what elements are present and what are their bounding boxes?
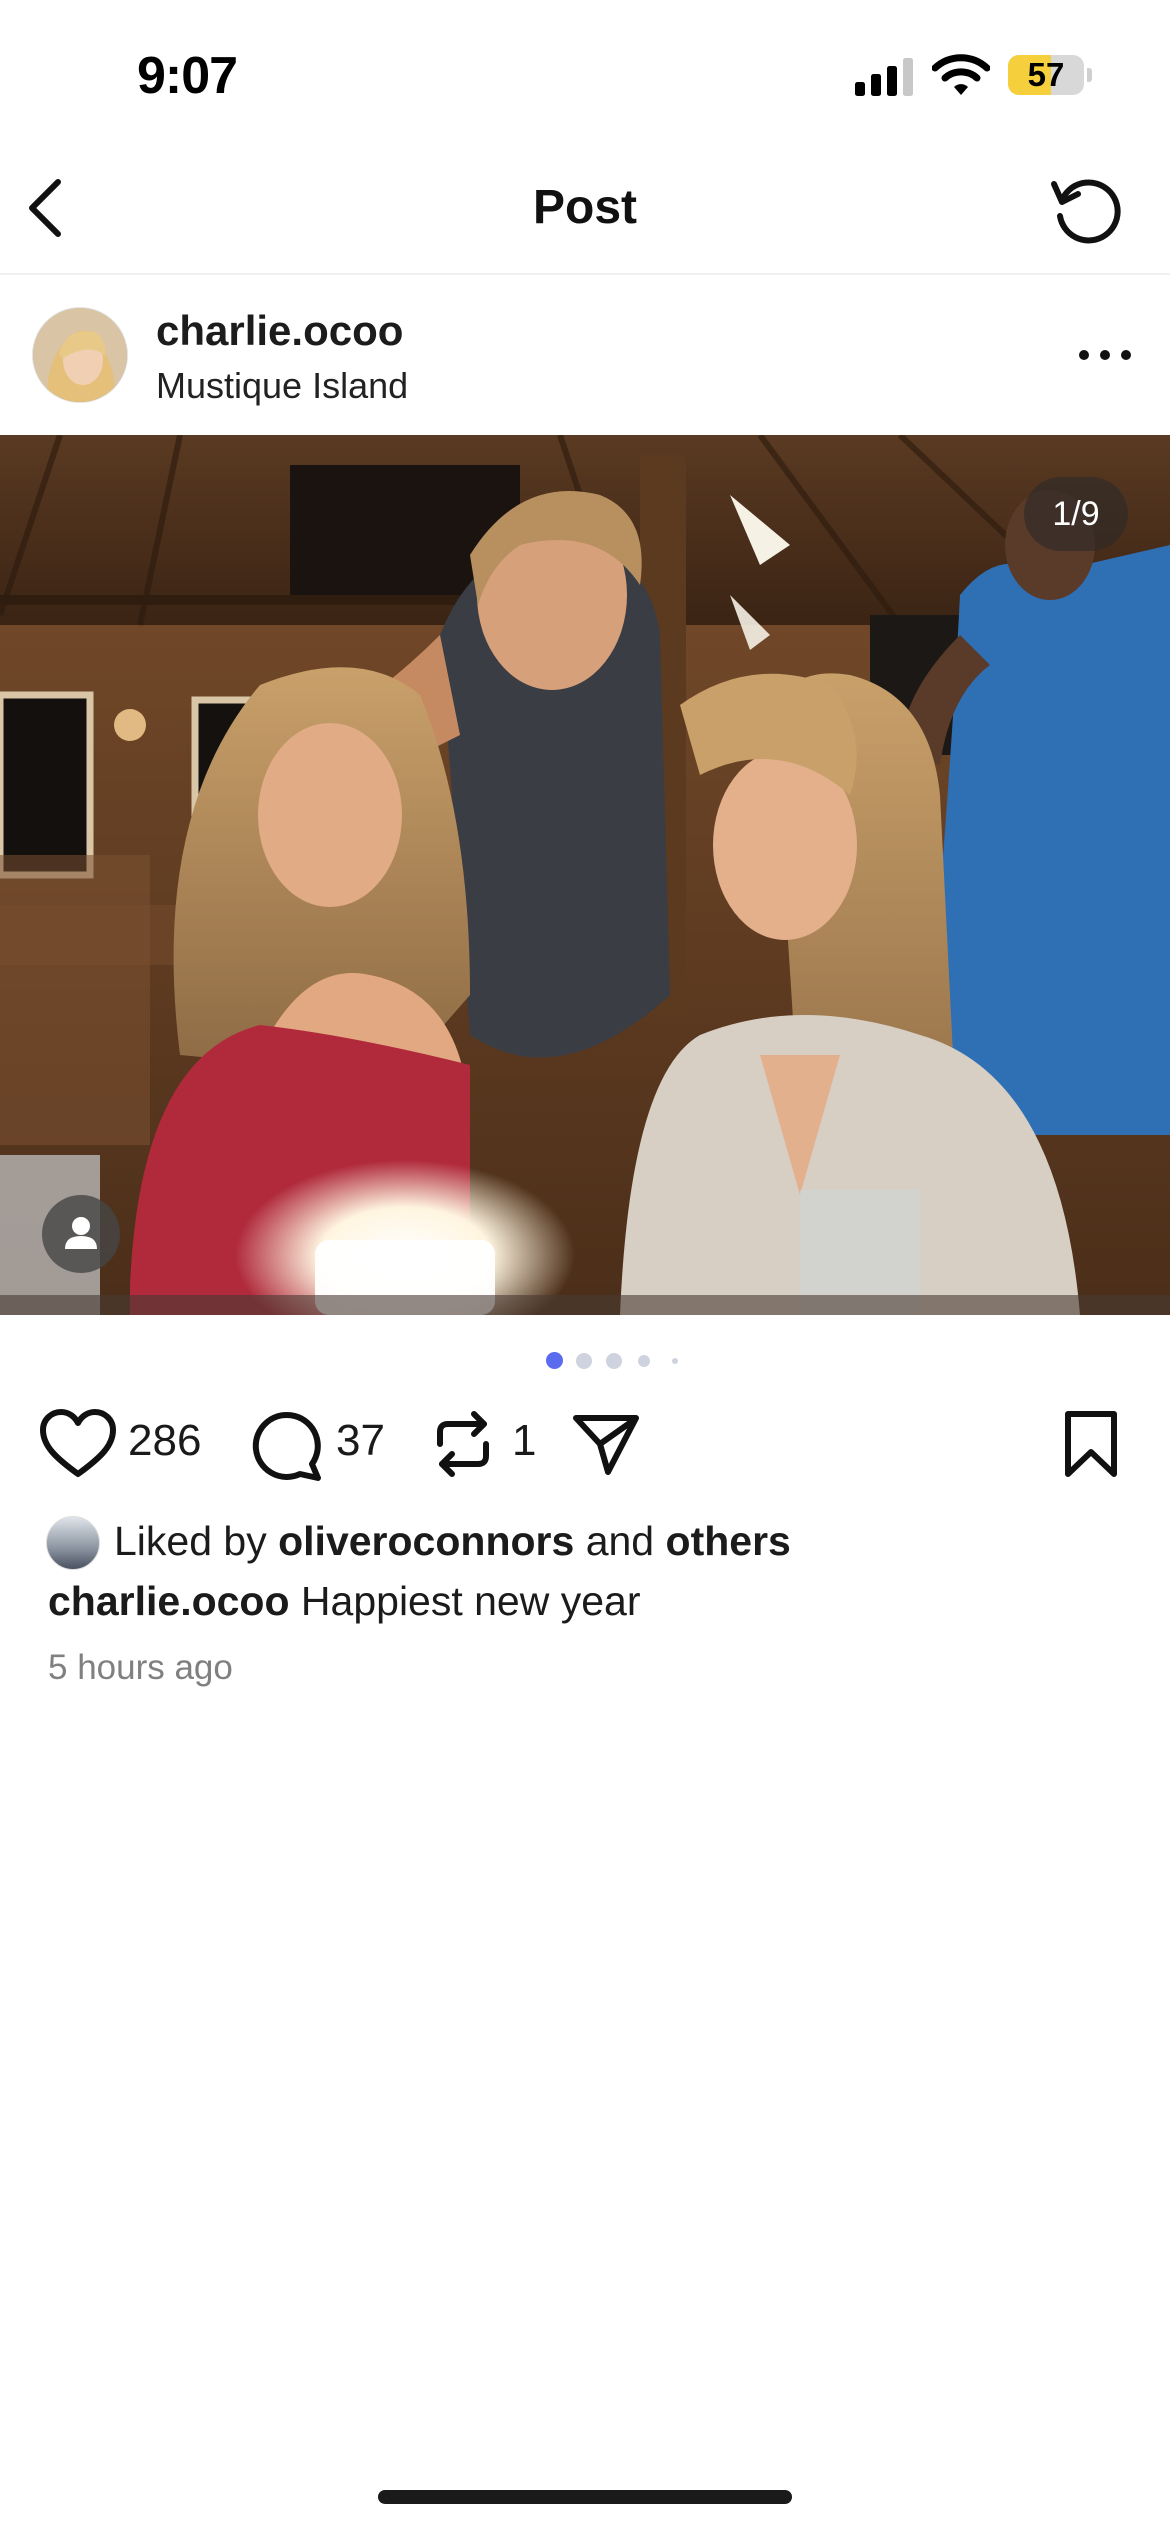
post-photo[interactable]: 1/9 (0, 435, 1170, 1315)
photo-counter: 1/9 (1024, 477, 1128, 551)
location[interactable]: Mustique Island (156, 365, 408, 407)
carousel-dot (606, 1353, 622, 1369)
repost-icon (437, 1411, 489, 1477)
liked-by-text: Liked by oliveroconnors and others (114, 1518, 791, 1565)
post-timestamp: 5 hours ago (48, 1648, 233, 1687)
action-bar: 286 37 1 (0, 1400, 1170, 1490)
refresh-button[interactable] (1046, 170, 1126, 250)
avatar-image (33, 308, 127, 402)
more-horizontal-icon (1079, 350, 1131, 360)
carousel-dot (576, 1353, 592, 1369)
heart-icon (40, 1409, 116, 1477)
person-icon (65, 1217, 97, 1249)
more-button[interactable] (1070, 335, 1140, 375)
username[interactable]: charlie.ocoo (156, 307, 403, 355)
wifi-icon (932, 54, 990, 95)
page-title: Post (532, 181, 637, 234)
bookmark-icon (1065, 1411, 1117, 1477)
battery-cap (1087, 68, 1092, 82)
avatar[interactable] (32, 307, 128, 403)
liked-by-user[interactable]: oliveroconnors (278, 1518, 574, 1564)
status-bar: 9:07 57 (0, 0, 1170, 150)
carousel-dot (672, 1358, 678, 1364)
liker-avatar (46, 1516, 100, 1570)
nav-bar: Post (0, 150, 1170, 275)
caption-username[interactable]: charlie.ocoo (48, 1578, 290, 1624)
refresh-icon (1051, 179, 1121, 244)
battery-level: 57 (1027, 56, 1065, 93)
liked-by-row[interactable]: Liked by oliveroconnors and others (46, 1512, 1126, 1574)
carousel-dot-active (546, 1352, 563, 1369)
carousel-dot (638, 1355, 650, 1367)
like-count[interactable]: 286 (128, 1416, 201, 1466)
like-button[interactable] (38, 1408, 118, 1480)
home-indicator[interactable] (378, 2490, 792, 2504)
comment-button[interactable] (250, 1408, 324, 1482)
comment-icon (252, 1411, 321, 1481)
liked-by-prefix: Liked by (114, 1518, 267, 1564)
bookmark-button[interactable] (1060, 1408, 1122, 1480)
liked-by-and: and (585, 1518, 655, 1564)
carousel-dots (0, 1350, 1170, 1372)
status-time: 9:07 (137, 47, 238, 105)
battery-icon: 57 (1008, 55, 1084, 95)
repost-button[interactable] (428, 1406, 498, 1482)
signal-icon (855, 58, 913, 96)
comment-count[interactable]: 37 (336, 1416, 385, 1466)
post-header: charlie.ocoo Mustique Island (0, 277, 1170, 435)
caption-text: Happiest new year (300, 1578, 641, 1624)
caption: charlie.ocoo Happiest new year (48, 1578, 641, 1625)
liked-by-others[interactable]: others (666, 1518, 791, 1564)
tagged-people-button[interactable] (42, 1195, 120, 1273)
send-icon (573, 1415, 639, 1475)
share-button[interactable] (570, 1408, 642, 1480)
repost-count[interactable]: 1 (512, 1416, 536, 1466)
photo-image (0, 435, 1170, 1315)
